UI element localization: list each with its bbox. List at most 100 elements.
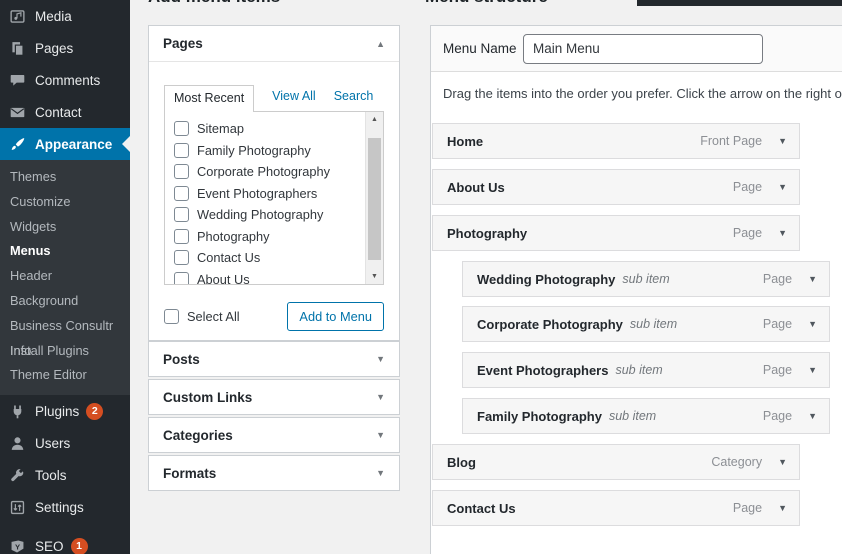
- menu-item-home[interactable]: Home Front Page ▼: [432, 123, 800, 159]
- menu-item-blog[interactable]: Blog Category ▼: [432, 444, 800, 480]
- svg-text:Y: Y: [15, 542, 20, 551]
- posts-accordion-header[interactable]: Posts ▼: [148, 341, 400, 377]
- list-scrollbar[interactable]: ▲ ▼: [365, 112, 383, 284]
- formats-accordion-header[interactable]: Formats ▼: [148, 455, 400, 491]
- chevron-down-icon[interactable]: ▼: [808, 319, 817, 329]
- chevron-down-icon[interactable]: ▼: [778, 136, 787, 146]
- page-checkbox-row: Wedding Photography: [165, 204, 383, 226]
- page-checkbox-label: Corporate Photography: [197, 164, 331, 180]
- page-checkbox-label: Photography: [197, 228, 270, 244]
- submenu-item-business-consultr-info[interactable]: Business Consultr Info: [0, 314, 130, 358]
- chevron-down-icon: ▼: [376, 430, 385, 440]
- scrollbar-down-icon[interactable]: ▼: [366, 273, 383, 280]
- chevron-down-icon[interactable]: ▼: [808, 365, 817, 375]
- chevron-down-icon[interactable]: ▼: [778, 503, 787, 513]
- checkbox[interactable]: [174, 164, 189, 180]
- page-checkbox-row: Corporate Photography: [165, 161, 383, 183]
- sidebar-item-label: SEO: [35, 538, 64, 554]
- chevron-down-icon[interactable]: ▼: [808, 274, 817, 284]
- checkbox[interactable]: [174, 121, 189, 137]
- menu-item-type: Page: [762, 363, 793, 377]
- tab-search[interactable]: Search: [334, 84, 374, 111]
- tab-most-recent[interactable]: Most Recent: [164, 85, 255, 112]
- sidebar-item-tools[interactable]: Tools: [0, 459, 130, 491]
- sidebar-item-label: Plugins: [35, 403, 80, 419]
- submenu-item-menus[interactable]: Menus: [0, 239, 130, 264]
- plugins-icon: [13, 405, 22, 418]
- sub-item-label: sub item: [629, 317, 678, 331]
- checkbox[interactable]: [174, 250, 189, 266]
- menu-item-corporate-photography[interactable]: Corporate Photography sub item Page ▼: [462, 306, 830, 342]
- page-checkbox-label: Contact Us: [197, 250, 261, 266]
- menu-item-event-photographers[interactable]: Event Photographers sub item Page ▼: [462, 352, 830, 388]
- menu-item-title: Wedding Photography: [477, 271, 616, 287]
- menu-item-photography[interactable]: Photography Page ▼: [432, 215, 800, 251]
- sidebar-item-pages[interactable]: Pages: [0, 32, 130, 64]
- chevron-down-icon[interactable]: ▼: [808, 411, 817, 421]
- submenu-item-install-plugins[interactable]: Install Plugins: [0, 339, 130, 364]
- sidebar-item-appearance[interactable]: Appearance: [0, 128, 130, 160]
- sidebar-item-label: Appearance: [35, 136, 113, 152]
- menu-item-type: Page: [732, 180, 763, 194]
- pages-accordion-title: Pages: [163, 36, 203, 51]
- custom-links-accordion-header[interactable]: Custom Links ▼: [148, 379, 400, 415]
- menu-name-label: Menu Name: [443, 41, 517, 56]
- chevron-down-icon[interactable]: ▼: [778, 457, 787, 467]
- submenu-item-background[interactable]: Background: [0, 289, 130, 314]
- pages-accordion-header[interactable]: Pages ▲: [149, 26, 399, 62]
- categories-accordion-header[interactable]: Categories ▼: [148, 417, 400, 453]
- seo-notification-badge: 1: [70, 537, 88, 554]
- users-icon: [11, 436, 24, 450]
- menu-item-about-us[interactable]: About Us Page ▼: [432, 169, 800, 205]
- menu-item-type: Category: [711, 455, 763, 469]
- menu-item-type: Page: [762, 272, 793, 286]
- menu-item-wedding-photography[interactable]: Wedding Photography sub item Page ▼: [462, 261, 830, 297]
- sidebar-item-comments[interactable]: Comments: [0, 64, 130, 96]
- scrollbar-up-icon[interactable]: ▲: [366, 116, 383, 123]
- chevron-down-icon[interactable]: ▼: [778, 228, 787, 238]
- menu-item-title: Home: [447, 133, 484, 149]
- checkbox[interactable]: [174, 142, 189, 158]
- menu-item-title: Event Photographers: [477, 362, 609, 378]
- sidebar-item-plugins[interactable]: Plugins 2: [0, 395, 130, 427]
- checkbox[interactable]: [174, 271, 189, 284]
- menu-item-family-photography[interactable]: Family Photography sub item Page ▼: [462, 398, 830, 434]
- page-checkbox-label: About Us: [197, 271, 250, 285]
- yoast-seo-icon: Y: [11, 540, 24, 553]
- menu-name-input[interactable]: [523, 33, 763, 64]
- select-all-checkbox[interactable]: [164, 309, 179, 324]
- sidebar-item-users[interactable]: Users: [0, 427, 130, 459]
- comments-icon: [10, 74, 25, 86]
- submenu-item-theme-editor[interactable]: Theme Editor: [0, 363, 130, 388]
- page-checkbox-label: Family Photography: [197, 142, 311, 158]
- sidebar-item-label: Comments: [35, 72, 101, 88]
- sidebar-item-media[interactable]: Media: [0, 0, 130, 32]
- add-menu-items-heading: Add menu items: [148, 0, 408, 9]
- checkbox[interactable]: [174, 207, 189, 223]
- checkbox[interactable]: [174, 228, 189, 244]
- menu-item-type: Page: [732, 501, 763, 515]
- sidebar-item-contact[interactable]: Contact: [0, 96, 130, 128]
- sidebar-item-seo[interactable]: Y SEO 1: [0, 530, 130, 554]
- page-checkbox-row: About Us: [165, 269, 383, 285]
- submenu-item-customize[interactable]: Customize: [0, 190, 130, 215]
- chevron-down-icon[interactable]: ▼: [778, 182, 787, 192]
- select-all-row: Select All Add to Menu: [164, 302, 384, 331]
- submenu-item-themes[interactable]: Themes: [0, 165, 130, 190]
- page-checkbox-row: Sitemap: [165, 118, 383, 140]
- scrollbar-thumb[interactable]: [368, 138, 381, 260]
- submenu-item-header[interactable]: Header: [0, 264, 130, 289]
- sub-item-label: sub item: [608, 409, 657, 423]
- sidebar-item-settings[interactable]: Settings: [0, 491, 130, 523]
- submenu-item-widgets[interactable]: Widgets: [0, 215, 130, 240]
- chevron-down-icon: ▼: [376, 354, 385, 364]
- page-checkbox-row: Photography: [165, 226, 383, 248]
- sidebar-item-label: Media: [35, 8, 72, 24]
- sub-item-label: sub item: [622, 272, 670, 286]
- tab-view-all[interactable]: View All: [272, 84, 316, 111]
- sub-item-label: sub item: [615, 363, 663, 377]
- checkbox[interactable]: [174, 185, 189, 201]
- add-to-menu-button[interactable]: Add to Menu: [287, 302, 384, 331]
- media-icon: [10, 9, 25, 23]
- menu-item-contact-us[interactable]: Contact Us Page ▼: [432, 490, 800, 526]
